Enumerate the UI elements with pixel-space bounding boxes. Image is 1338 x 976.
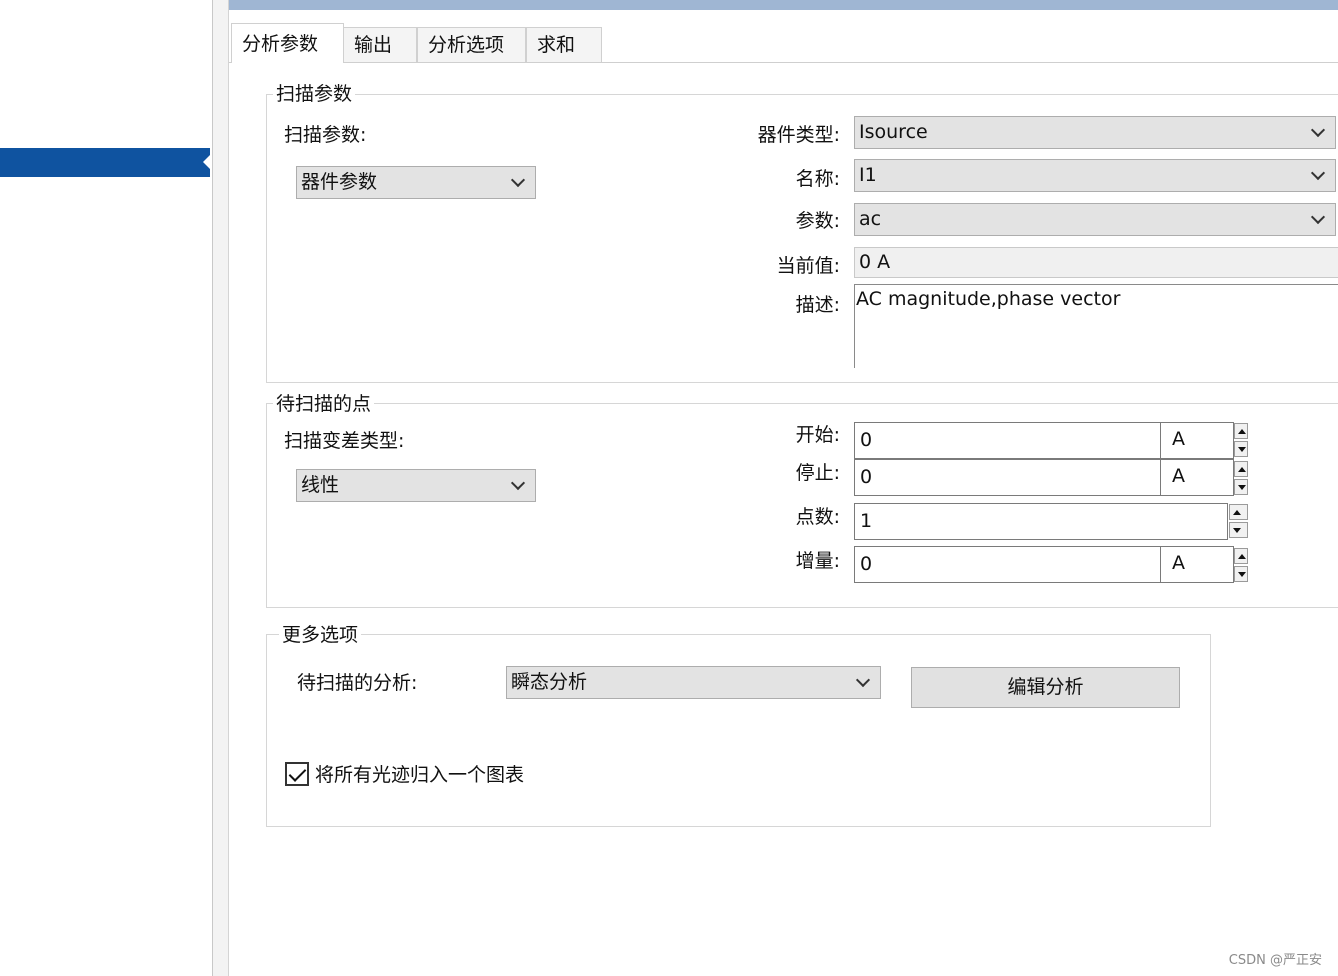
stop-unit-field[interactable]: A [1161, 459, 1234, 496]
chevron-down-icon [1310, 165, 1326, 181]
point-count-spinner[interactable] [1229, 504, 1248, 539]
tab-strip-border [229, 62, 1338, 63]
description-label: 描述: [795, 294, 840, 316]
device-type-value: Isource [859, 121, 928, 143]
stop-input[interactable]: 0 [854, 459, 1161, 496]
start-spinner[interactable] [1234, 423, 1248, 457]
variation-type-label: 扫描变差类型: [284, 430, 405, 452]
chevron-down-icon [510, 172, 526, 188]
edit-analysis-button[interactable]: 编辑分析 [911, 667, 1180, 708]
tab-output[interactable]: 输出 [343, 27, 417, 62]
analysis-to-sweep-value: 瞬态分析 [511, 671, 588, 693]
more-options-legend: 更多选项 [279, 624, 362, 646]
header-bar [229, 0, 1338, 10]
spin-down-icon[interactable] [1234, 566, 1248, 582]
parameter-dropdown[interactable]: ac [854, 203, 1336, 236]
tab-sum[interactable]: 求和 [526, 27, 602, 62]
start-unit: A [1172, 428, 1185, 450]
sweep-param-value: 器件参数 [301, 171, 378, 193]
increment-input[interactable]: 0 [854, 546, 1161, 583]
point-count-label: 点数: [795, 506, 840, 528]
start-label: 开始: [795, 424, 840, 446]
spin-down-icon[interactable] [1234, 479, 1248, 495]
device-type-dropdown[interactable]: Isource [854, 116, 1336, 149]
analysis-to-sweep-label: 待扫描的分析: [297, 672, 418, 694]
device-type-label: 器件类型: [757, 124, 840, 146]
stop-unit: A [1172, 465, 1185, 487]
spin-up-icon[interactable] [1234, 423, 1248, 439]
description-text: AC magnitude,phase vector [856, 288, 1121, 310]
spin-down-icon[interactable] [1229, 522, 1248, 538]
stop-label: 停止: [795, 462, 840, 484]
start-input[interactable]: 0 [854, 422, 1161, 459]
name-dropdown[interactable]: I1 [854, 159, 1336, 192]
spin-up-icon[interactable] [1234, 461, 1248, 477]
increment-unit: A [1172, 552, 1185, 574]
chevron-down-icon [1310, 122, 1326, 138]
variation-type-dropdown[interactable]: 线性 [296, 469, 536, 502]
variation-type-value: 线性 [301, 474, 340, 496]
stop-spinner[interactable] [1234, 461, 1248, 495]
current-value-field: 0 A [854, 247, 1338, 278]
increment-spinner[interactable] [1234, 548, 1248, 582]
parameter-label: 参数: [795, 210, 840, 232]
splitter[interactable] [213, 0, 229, 976]
tab-analysis-params[interactable]: 分析参数 [231, 23, 344, 63]
selection-pointer-icon [203, 154, 211, 170]
start-unit-field[interactable]: A [1161, 422, 1234, 459]
chevron-down-icon [510, 475, 526, 491]
group-traces-label: 将所有光迹归入一个图表 [315, 764, 525, 786]
point-count-input[interactable]: 1 [854, 503, 1228, 540]
chevron-down-icon [1310, 209, 1326, 225]
spin-up-icon[interactable] [1229, 504, 1248, 520]
sidebar [0, 0, 213, 976]
tab-analysis-options[interactable]: 分析选项 [417, 27, 526, 62]
spin-down-icon[interactable] [1234, 441, 1248, 457]
more-options-group [266, 634, 1211, 827]
current-value-label: 当前值: [776, 255, 840, 277]
parameter-value: ac [859, 208, 882, 230]
name-value: I1 [859, 164, 877, 186]
increment-value: 0 [860, 553, 873, 575]
analysis-to-sweep-dropdown[interactable]: 瞬态分析 [506, 666, 881, 699]
sweep-param-dropdown[interactable]: 器件参数 [296, 166, 536, 199]
increment-unit-field[interactable]: A [1161, 546, 1234, 583]
sweep-params-legend: 扫描参数 [273, 83, 356, 105]
spin-up-icon[interactable] [1234, 548, 1248, 564]
point-count-value: 1 [860, 510, 873, 532]
description-box: AC magnitude,phase vector [854, 284, 1338, 368]
watermark: CSDN @严正安 [1228, 953, 1322, 968]
sidebar-selected-item[interactable] [0, 148, 210, 177]
sweep-param-label: 扫描参数: [284, 124, 367, 146]
start-value: 0 [860, 429, 873, 451]
chevron-down-icon [855, 672, 871, 688]
increment-label: 增量: [795, 550, 840, 572]
group-traces-checkbox[interactable] [285, 762, 309, 786]
stop-value: 0 [860, 466, 873, 488]
sweep-points-legend: 待扫描的点 [273, 393, 375, 415]
current-value-text: 0 A [859, 251, 891, 273]
name-label: 名称: [795, 168, 840, 190]
